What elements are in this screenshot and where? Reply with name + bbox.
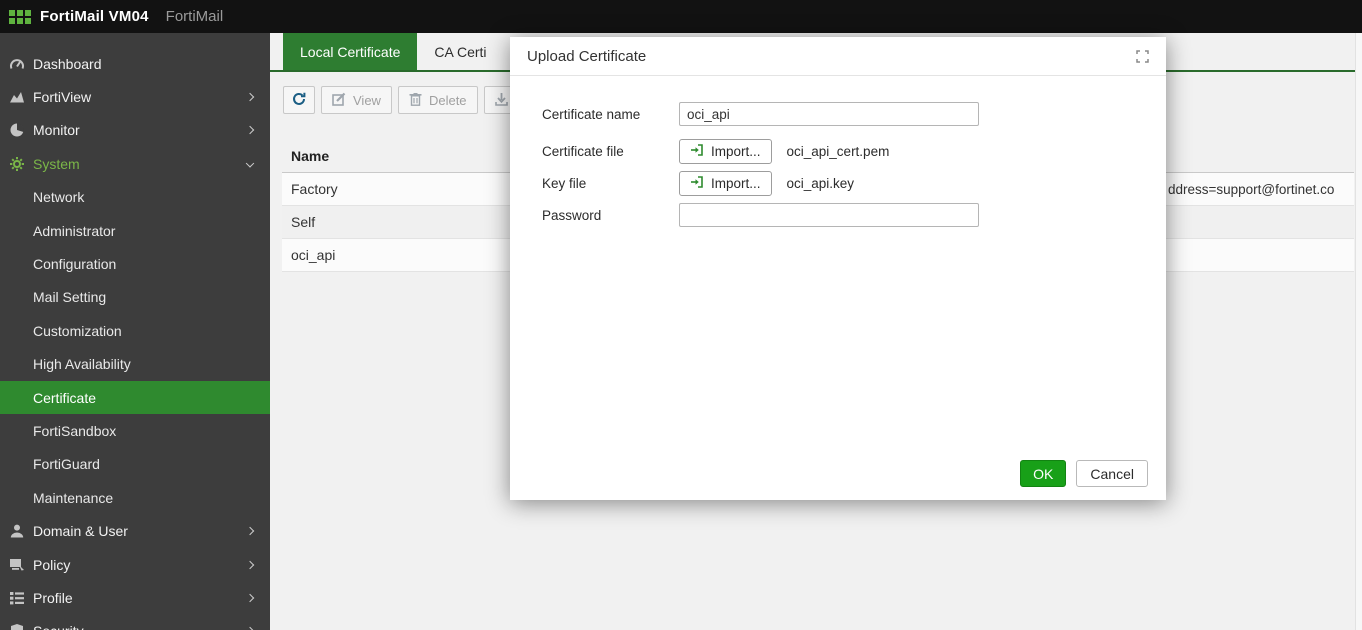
sidebar-item-configuration[interactable]: Configuration (0, 247, 270, 280)
refresh-button[interactable] (283, 86, 315, 114)
app-window: FortiMail VM04 FortiMail Dashboard Forti… (0, 0, 1362, 630)
sidebar-item-label: Monitor (33, 122, 80, 138)
sidebar-item-label: Dashboard (33, 56, 102, 72)
sidebar-item-label: Configuration (33, 256, 116, 272)
sidebar-item-maintenance[interactable]: Maintenance (0, 481, 270, 514)
sidebar-item-label: System (33, 156, 80, 172)
sidebar-item-security[interactable]: Security (0, 615, 270, 630)
import-button-label: Import... (711, 176, 761, 191)
certificate-name-cell: Factory (291, 181, 338, 197)
sidebar-item-label: Maintenance (33, 490, 113, 506)
chevron-right-icon (246, 527, 254, 535)
view-button[interactable]: View (321, 86, 392, 114)
sidebar-item-fortiguard[interactable]: FortiGuard (0, 448, 270, 481)
certificate-file-label: Certificate file (542, 144, 679, 159)
product-name: FortiMail (166, 8, 224, 25)
import-button-label: Import... (711, 144, 761, 159)
sidebar-item-profile[interactable]: Profile (0, 581, 270, 614)
policy-icon (9, 557, 33, 573)
shield-icon (9, 623, 33, 630)
sidebar-item-customization[interactable]: Customization (0, 314, 270, 347)
certificate-subject-cell: ddress=support@fortinet.co (1168, 173, 1334, 206)
trash-icon (409, 92, 422, 109)
download-icon (495, 92, 508, 109)
certificate-file-row: Certificate file Import... oci_api_cert.… (542, 138, 889, 164)
chevron-right-icon (246, 594, 254, 602)
chevron-right-icon (246, 560, 254, 568)
sidebar-item-system[interactable]: System (0, 147, 270, 180)
sidebar-item-high-availability[interactable]: High Availability (0, 348, 270, 381)
dialog-header: Upload Certificate (510, 37, 1166, 76)
password-row: Password (542, 202, 979, 228)
vertical-scrollbar[interactable] (1355, 33, 1362, 630)
sidebar-item-label: Domain & User (33, 523, 128, 539)
password-label: Password (542, 208, 679, 223)
tab-label: CA Certi (434, 44, 486, 60)
list-icon (9, 590, 33, 606)
chevron-down-icon (246, 159, 254, 167)
certificate-name-cell: oci_api (291, 247, 335, 263)
refresh-icon (292, 92, 306, 109)
sidebar-item-label: Security (33, 623, 84, 630)
upload-certificate-dialog: Upload Certificate Certificate name Cert… (510, 37, 1166, 500)
sidebar-item-network[interactable]: Network (0, 181, 270, 214)
dialog-title: Upload Certificate (527, 48, 1136, 65)
gear-icon (9, 156, 33, 172)
chevron-right-icon (246, 126, 254, 134)
delete-button-label: Delete (429, 93, 467, 108)
key-file-name: oci_api.key (787, 176, 855, 191)
certificate-name-row: Certificate name (542, 101, 979, 127)
sidebar-item-fortisandbox[interactable]: FortiSandbox (0, 414, 270, 447)
chevron-right-icon (246, 93, 254, 101)
sidebar-item-certificate[interactable]: Certificate (0, 381, 270, 414)
ok-button[interactable]: OK (1020, 460, 1066, 487)
delete-button[interactable]: Delete (398, 86, 478, 114)
dialog-footer: OK Cancel (1020, 460, 1148, 487)
sidebar-item-label: Certificate (33, 390, 96, 406)
key-file-row: Key file Import... oci_api.key (542, 170, 854, 196)
sidebar-item-label: High Availability (33, 356, 131, 372)
import-icon (690, 175, 704, 192)
gauge-icon (9, 56, 33, 72)
sidebar-item-label: Policy (33, 557, 70, 573)
sidebar-item-label: FortiView (33, 89, 91, 105)
sidebar-item-dashboard[interactable]: Dashboard (0, 47, 270, 80)
certificate-name-input[interactable] (679, 102, 979, 126)
edit-icon (332, 92, 346, 109)
key-file-label: Key file (542, 176, 679, 191)
tab-ca-certificate[interactable]: CA Certi (417, 33, 503, 70)
sidebar-item-administrator[interactable]: Administrator (0, 214, 270, 247)
sidebar-item-policy[interactable]: Policy (0, 548, 270, 581)
import-icon (690, 143, 704, 160)
certificate-name-label: Certificate name (542, 107, 679, 122)
sidebar-item-label: FortiGuard (33, 456, 100, 472)
cancel-button[interactable]: Cancel (1076, 460, 1148, 487)
user-icon (9, 523, 33, 539)
certificate-file-name: oci_api_cert.pem (787, 144, 890, 159)
sidebar-nav: Dashboard FortiView Monitor System Netwo… (0, 33, 270, 630)
sidebar-item-mail-setting[interactable]: Mail Setting (0, 281, 270, 314)
sidebar-item-domain-user[interactable]: Domain & User (0, 514, 270, 547)
sidebar-item-label: Network (33, 189, 84, 205)
area-chart-icon (9, 89, 33, 105)
topbar: FortiMail VM04 FortiMail (0, 0, 1362, 33)
tab-local-certificate[interactable]: Local Certificate (283, 33, 417, 70)
sidebar-item-fortiview[interactable]: FortiView (0, 80, 270, 113)
sidebar-item-monitor[interactable]: Monitor (0, 114, 270, 147)
certificate-name-cell: Self (291, 214, 315, 230)
fortinet-logo-icon (9, 9, 31, 25)
tab-label: Local Certificate (300, 44, 400, 60)
sidebar-item-label: FortiSandbox (33, 423, 116, 439)
sidebar-item-label: Mail Setting (33, 289, 106, 305)
certificate-file-import-button[interactable]: Import... (679, 139, 772, 164)
device-name: FortiMail VM04 (40, 8, 149, 25)
sidebar-item-label: Profile (33, 590, 73, 606)
key-file-import-button[interactable]: Import... (679, 171, 772, 196)
view-button-label: View (353, 93, 381, 108)
sidebar-item-label: Administrator (33, 223, 115, 239)
password-input[interactable] (679, 203, 979, 227)
sidebar-item-label: Customization (33, 323, 122, 339)
maximize-icon[interactable] (1136, 50, 1149, 63)
pie-chart-icon (9, 122, 33, 138)
